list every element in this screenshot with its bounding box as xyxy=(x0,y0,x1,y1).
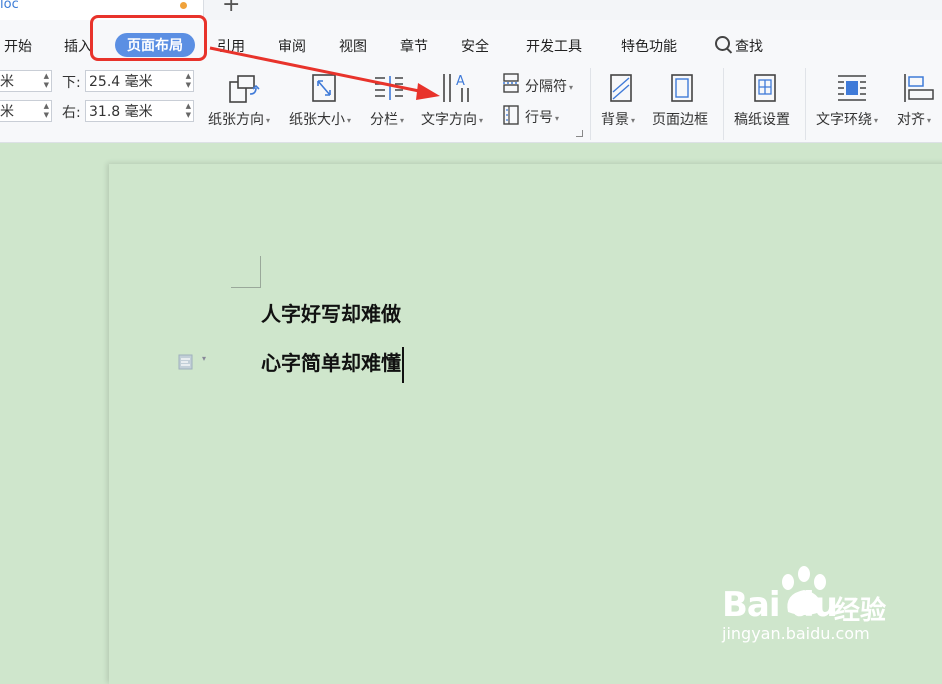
paragraph-icon[interactable] xyxy=(178,354,193,370)
watermark-brand-cn: 经验 xyxy=(834,596,887,626)
text-cursor xyxy=(402,346,404,383)
document-line-2-text: 心字简单却难懂 xyxy=(261,351,401,375)
document-line-1[interactable]: 人字好写却难做 xyxy=(261,298,401,327)
document-line-2[interactable]: 心字简单却难懂 xyxy=(261,344,404,383)
annotation-arrow xyxy=(209,46,440,100)
margin-corner-mark xyxy=(231,256,261,288)
watermark-url: jingyan.baidu.com xyxy=(722,624,870,643)
chevron-down-icon[interactable]: ▾ xyxy=(202,354,206,363)
watermark-brand: Bai du xyxy=(722,585,838,625)
